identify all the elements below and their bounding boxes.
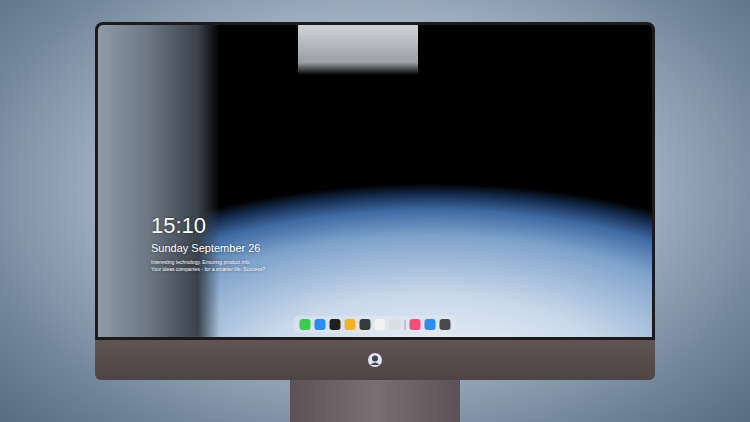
app-icon[interactable] [410,319,421,330]
brand-logo-icon [367,352,383,368]
app-icon[interactable] [375,319,386,330]
app-icon[interactable] [315,319,326,330]
app-icon[interactable] [425,319,436,330]
mockup-background: 15:10 Sunday September 26 Interesting tech… [0,0,750,422]
dock-separator [405,320,406,330]
app-icon[interactable] [300,319,311,330]
app-icon[interactable] [390,319,401,330]
monitor-chin [95,340,655,380]
app-icon[interactable] [360,319,371,330]
clock-time: 15:10 [151,213,265,239]
monitor-stand [290,380,460,422]
app-icon[interactable] [345,319,356,330]
monitor-bezel: 15:10 Sunday September 26 Interesting tech… [95,22,655,340]
widget-note: Your ideas companies - for a smarter lif… [151,266,265,273]
monitor: 15:10 Sunday September 26 Interesting tech… [95,22,655,422]
app-icon[interactable] [440,319,451,330]
desktop-wallpaper: 15:10 Sunday September 26 Interesting tech… [98,25,652,337]
clock-widget: 15:10 Sunday September 26 Interesting tech… [151,213,265,273]
clock-date: Sunday September 26 [151,241,265,255]
dock [294,316,457,333]
widget-note: Interesting technology. Ensuring product… [151,259,265,266]
app-icon[interactable] [330,319,341,330]
